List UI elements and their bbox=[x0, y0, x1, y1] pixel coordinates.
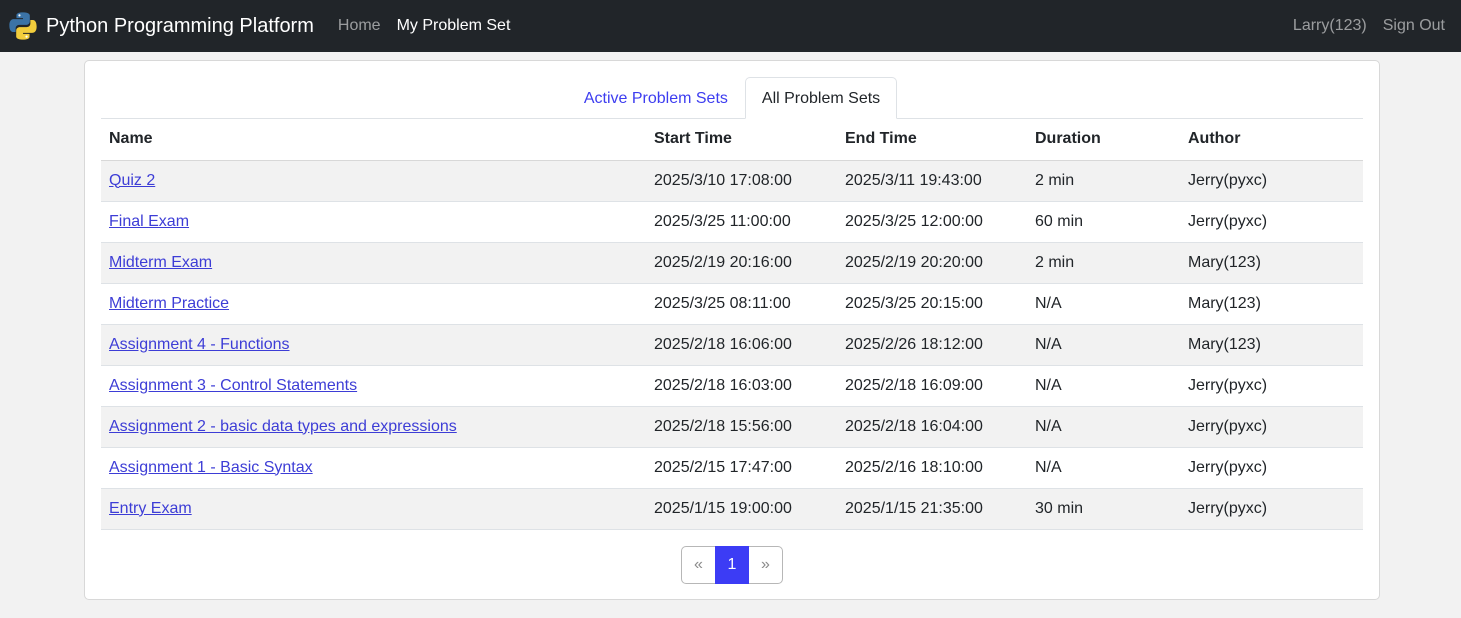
cell-duration: 2 min bbox=[1027, 160, 1180, 202]
cell-end-time: 2025/2/19 20:20:00 bbox=[837, 242, 1027, 284]
top-navbar: Python Programming Platform Home My Prob… bbox=[0, 0, 1461, 52]
cell-author: Mary(123) bbox=[1180, 242, 1363, 284]
cell-end-time: 2025/3/11 19:43:00 bbox=[837, 160, 1027, 202]
cell-start-time: 2025/1/15 19:00:00 bbox=[646, 488, 837, 530]
problem-set-table: Name Start Time End Time Duration Author… bbox=[101, 119, 1363, 530]
cell-end-time: 2025/1/15 21:35:00 bbox=[837, 488, 1027, 530]
cell-end-time: 2025/2/16 18:10:00 bbox=[837, 447, 1027, 489]
cell-author: Jerry(pyxc) bbox=[1180, 365, 1363, 407]
cell-author: Jerry(pyxc) bbox=[1180, 447, 1363, 489]
cell-duration: 2 min bbox=[1027, 242, 1180, 284]
header-author: Author bbox=[1180, 119, 1363, 161]
cell-name: Final Exam bbox=[101, 201, 646, 243]
main-nav: Home My Problem Set bbox=[330, 17, 519, 35]
table-header-row: Name Start Time End Time Duration Author bbox=[101, 119, 1363, 161]
user-name-link[interactable]: Larry(123) bbox=[1285, 17, 1375, 35]
cell-author: Mary(123) bbox=[1180, 324, 1363, 366]
cell-name: Midterm Exam bbox=[101, 242, 646, 284]
cell-end-time: 2025/2/18 16:04:00 bbox=[837, 406, 1027, 448]
cell-duration: N/A bbox=[1027, 324, 1180, 366]
nav-my-problem-set-link[interactable]: My Problem Set bbox=[389, 17, 519, 35]
table-row: Midterm Practice 2025/3/25 08:11:00 2025… bbox=[101, 283, 1363, 325]
cell-name: Quiz 2 bbox=[101, 160, 646, 202]
problem-set-card: Active Problem Sets All Problem Sets Nam… bbox=[84, 60, 1380, 600]
cell-end-time: 2025/2/26 18:12:00 bbox=[837, 324, 1027, 366]
cell-start-time: 2025/3/25 08:11:00 bbox=[646, 283, 837, 325]
problem-set-link[interactable]: Midterm Practice bbox=[109, 295, 229, 312]
cell-author: Jerry(pyxc) bbox=[1180, 201, 1363, 243]
cell-end-time: 2025/3/25 12:00:00 bbox=[837, 201, 1027, 243]
pagination-page-1[interactable]: 1 bbox=[715, 545, 749, 584]
header-duration: Duration bbox=[1027, 119, 1180, 161]
sign-out-link[interactable]: Sign Out bbox=[1375, 17, 1453, 35]
cell-duration: 60 min bbox=[1027, 201, 1180, 243]
header-end-time: End Time bbox=[837, 119, 1027, 161]
problem-set-link[interactable]: Assignment 2 - basic data types and expr… bbox=[109, 418, 457, 435]
cell-start-time: 2025/2/18 15:56:00 bbox=[646, 406, 837, 448]
table-row: Assignment 2 - basic data types and expr… bbox=[101, 406, 1363, 448]
cell-start-time: 2025/2/18 16:03:00 bbox=[646, 365, 837, 407]
cell-duration: N/A bbox=[1027, 365, 1180, 407]
cell-duration: N/A bbox=[1027, 447, 1180, 489]
cell-name: Entry Exam bbox=[101, 488, 646, 530]
pagination-next-button[interactable]: » bbox=[748, 545, 783, 584]
cell-start-time: 2025/2/18 16:06:00 bbox=[646, 324, 837, 366]
table-row: Quiz 2 2025/3/10 17:08:00 2025/3/11 19:4… bbox=[101, 160, 1363, 202]
nav-home-link[interactable]: Home bbox=[330, 17, 389, 35]
cell-name: Assignment 2 - basic data types and expr… bbox=[101, 406, 646, 448]
cell-name: Assignment 4 - Functions bbox=[101, 324, 646, 366]
cell-name: Assignment 3 - Control Statements bbox=[101, 365, 646, 407]
header-name: Name bbox=[101, 119, 646, 161]
tab-all-problem-sets[interactable]: All Problem Sets bbox=[744, 77, 898, 119]
cell-end-time: 2025/3/25 20:15:00 bbox=[837, 283, 1027, 325]
cell-name: Midterm Practice bbox=[101, 283, 646, 325]
brand-title: Python Programming Platform bbox=[46, 14, 314, 37]
table-row: Assignment 1 - Basic Syntax 2025/2/15 17… bbox=[101, 447, 1363, 489]
python-logo-icon bbox=[9, 12, 37, 40]
user-nav: Larry(123) Sign Out bbox=[1285, 17, 1453, 35]
problem-set-link[interactable]: Assignment 3 - Control Statements bbox=[109, 377, 357, 394]
cell-duration: N/A bbox=[1027, 406, 1180, 448]
cell-end-time: 2025/2/18 16:09:00 bbox=[837, 365, 1027, 407]
cell-duration: N/A bbox=[1027, 283, 1180, 325]
problem-set-link[interactable]: Assignment 4 - Functions bbox=[109, 336, 290, 353]
problem-set-link[interactable]: Final Exam bbox=[109, 213, 189, 230]
problem-set-tabs: Active Problem Sets All Problem Sets bbox=[101, 77, 1363, 119]
cell-author: Jerry(pyxc) bbox=[1180, 406, 1363, 448]
cell-start-time: 2025/2/15 17:47:00 bbox=[646, 447, 837, 489]
cell-author: Jerry(pyxc) bbox=[1180, 488, 1363, 530]
table-row: Assignment 3 - Control Statements 2025/2… bbox=[101, 365, 1363, 407]
brand-link[interactable]: Python Programming Platform bbox=[8, 11, 314, 41]
cell-duration: 30 min bbox=[1027, 488, 1180, 530]
problem-set-link[interactable]: Assignment 1 - Basic Syntax bbox=[109, 459, 313, 476]
table-row: Midterm Exam 2025/2/19 20:16:00 2025/2/1… bbox=[101, 242, 1363, 284]
pagination-prev-button[interactable]: « bbox=[681, 545, 716, 584]
table-row: Assignment 4 - Functions 2025/2/18 16:06… bbox=[101, 324, 1363, 366]
cell-start-time: 2025/3/25 11:00:00 bbox=[646, 201, 837, 243]
problem-set-link[interactable]: Entry Exam bbox=[109, 500, 192, 517]
cell-start-time: 2025/2/19 20:16:00 bbox=[646, 242, 837, 284]
cell-author: Jerry(pyxc) bbox=[1180, 160, 1363, 202]
header-start-time: Start Time bbox=[646, 119, 837, 161]
problem-set-link[interactable]: Midterm Exam bbox=[109, 254, 212, 271]
pagination: « 1 » bbox=[101, 545, 1363, 584]
cell-name: Assignment 1 - Basic Syntax bbox=[101, 447, 646, 489]
table-row: Entry Exam 2025/1/15 19:00:00 2025/1/15 … bbox=[101, 488, 1363, 530]
cell-start-time: 2025/3/10 17:08:00 bbox=[646, 160, 837, 202]
tab-active-problem-sets[interactable]: Active Problem Sets bbox=[567, 77, 745, 119]
table-row: Final Exam 2025/3/25 11:00:00 2025/3/25 … bbox=[101, 201, 1363, 243]
cell-author: Mary(123) bbox=[1180, 283, 1363, 325]
problem-set-link[interactable]: Quiz 2 bbox=[109, 172, 155, 189]
